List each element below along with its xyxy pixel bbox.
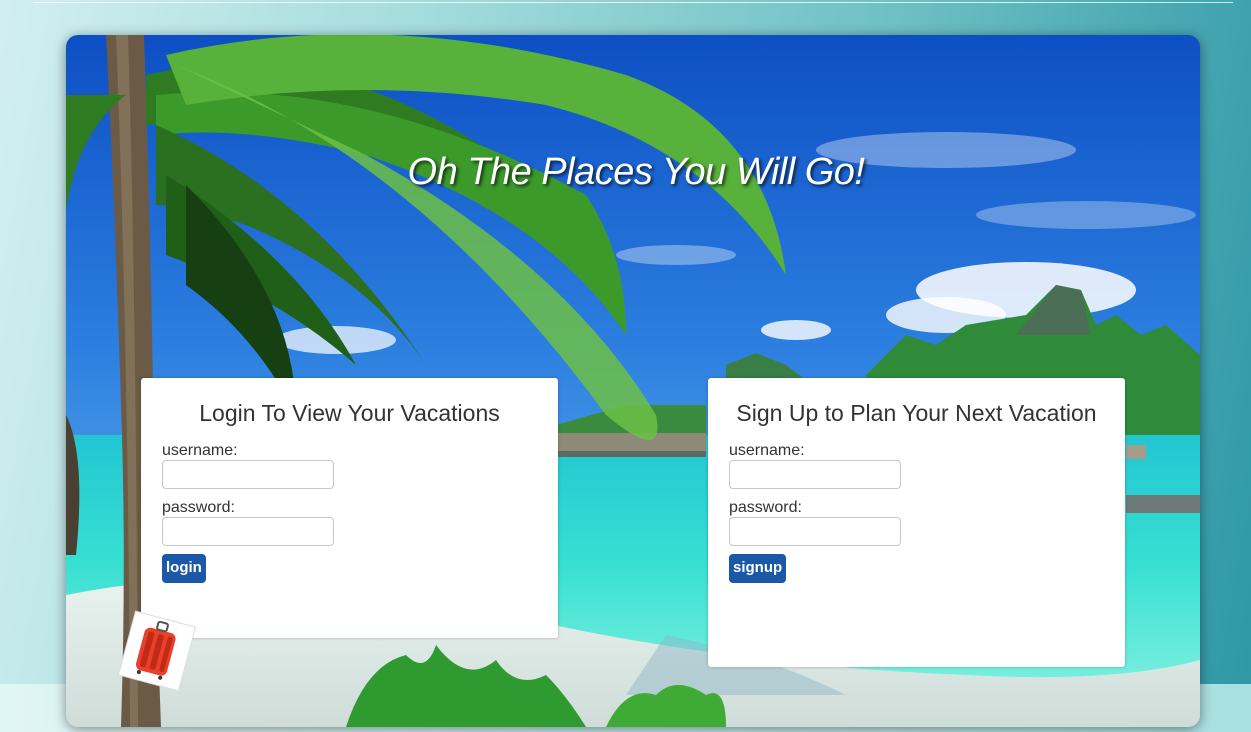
login-card: Login To View Your Vacations username: p… (141, 378, 558, 638)
signup-password-label: password: (729, 499, 802, 516)
suitcase-icon (117, 608, 197, 694)
signup-button[interactable]: signup (729, 554, 787, 583)
signup-card: Sign Up to Plan Your Next Vacation usern… (708, 378, 1125, 667)
signup-username-input[interactable] (729, 460, 901, 489)
login-username-input[interactable] (162, 460, 334, 489)
top-divider (33, 2, 1233, 3)
login-password-label: password: (162, 499, 235, 516)
signup-heading: Sign Up to Plan Your Next Vacation (736, 400, 1097, 426)
signup-password-input[interactable] (729, 517, 901, 546)
login-username-label: username: (162, 442, 238, 459)
hero-title: Oh The Places You Will Go! (407, 151, 865, 193)
login-button[interactable]: login (162, 554, 206, 583)
signup-username-label: username: (729, 442, 805, 459)
login-password-input[interactable] (162, 517, 334, 546)
login-heading: Login To View Your Vacations (199, 400, 500, 426)
